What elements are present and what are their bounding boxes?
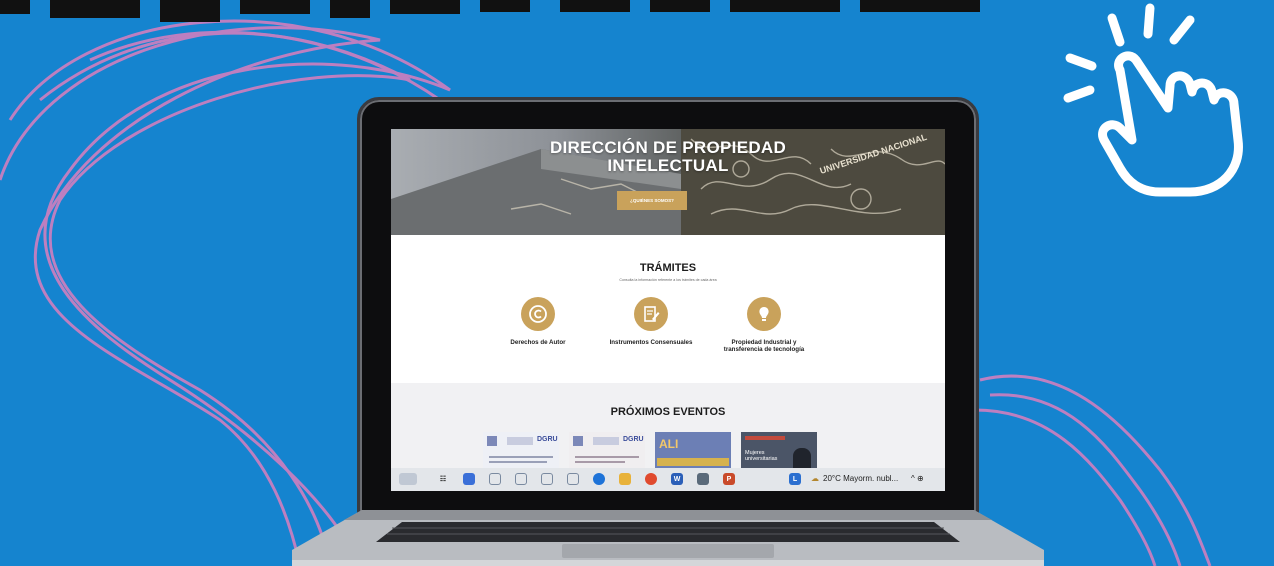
app-icon[interactable] bbox=[567, 473, 579, 485]
laptop-screen: UNIVERSIDAD NACIONAL DIRECCIÓN DE PROPIE… bbox=[391, 129, 945, 491]
tramite-card-propiedad-industrial[interactable]: Propiedad Industrial y transferencia de … bbox=[709, 297, 819, 353]
app-icon[interactable] bbox=[515, 473, 527, 485]
about-us-button[interactable]: ¿QUIÉNES SOMOS? bbox=[617, 191, 687, 210]
tramites-subtitle: Consulta la información referente a los … bbox=[619, 278, 717, 282]
tramite-card-derechos-autor[interactable]: Derechos de Autor bbox=[483, 297, 593, 346]
event-poster[interactable]: Mujeres universitarias bbox=[741, 432, 817, 472]
app-icon[interactable] bbox=[541, 473, 553, 485]
hero-banner: UNIVERSIDAD NACIONAL DIRECCIÓN DE PROPIE… bbox=[391, 129, 945, 235]
event-poster[interactable]: DGRU bbox=[483, 432, 559, 472]
taskview-icon[interactable]: ☷ bbox=[437, 473, 449, 485]
powerpoint-icon[interactable]: P bbox=[723, 473, 735, 485]
weather-icon: ☁ bbox=[811, 474, 819, 483]
event-poster[interactable]: DGRU bbox=[569, 432, 645, 472]
app-icon[interactable] bbox=[489, 473, 501, 485]
folder-icon[interactable] bbox=[619, 473, 631, 485]
hero-title-line1: DIRECCIÓN DE PROPIEDAD bbox=[549, 138, 787, 157]
edge-icon[interactable] bbox=[593, 473, 605, 485]
hero-title-line2: INTELECTUAL bbox=[607, 156, 729, 175]
document-pen-icon bbox=[634, 297, 668, 331]
tramite-card-instrumentos[interactable]: Instrumentos Consensuales bbox=[596, 297, 706, 346]
eventos-title: PRÓXIMOS EVENTOS bbox=[610, 406, 726, 418]
tramites-title: TRÁMITES bbox=[639, 262, 697, 274]
word-icon[interactable]: W bbox=[671, 473, 683, 485]
tramites-section: TRÁMITES Consulta la información referen… bbox=[391, 235, 945, 383]
tramite-label: Derechos de Autor bbox=[510, 339, 566, 346]
widget-icon[interactable] bbox=[399, 473, 417, 485]
app-l-icon[interactable]: L bbox=[789, 473, 801, 485]
hero-title: DIRECCIÓN DE PROPIEDAD INTELECTUAL bbox=[391, 139, 945, 175]
app-icon[interactable] bbox=[697, 473, 709, 485]
chrome-icon[interactable] bbox=[645, 473, 657, 485]
laptop-keyboard-base bbox=[292, 510, 1044, 566]
lightbulb-icon bbox=[747, 297, 781, 331]
weather-text[interactable]: 20°C Mayorm. nubl... bbox=[823, 474, 898, 483]
tray-icons[interactable]: ^ ⊕ bbox=[911, 474, 924, 483]
taskbar: ☷ W P L ☁ 20°C Mayorm. nubl... ^ ⊕ bbox=[391, 468, 945, 491]
event-poster[interactable]: ALI bbox=[655, 432, 731, 472]
copyright-icon bbox=[521, 297, 555, 331]
pointing-hand-icon bbox=[1063, 3, 1243, 197]
tramite-label: Instrumentos Consensuales bbox=[609, 339, 693, 346]
app-icon[interactable] bbox=[463, 473, 475, 485]
tramite-label: Propiedad Industrial y transferencia de … bbox=[723, 339, 805, 353]
